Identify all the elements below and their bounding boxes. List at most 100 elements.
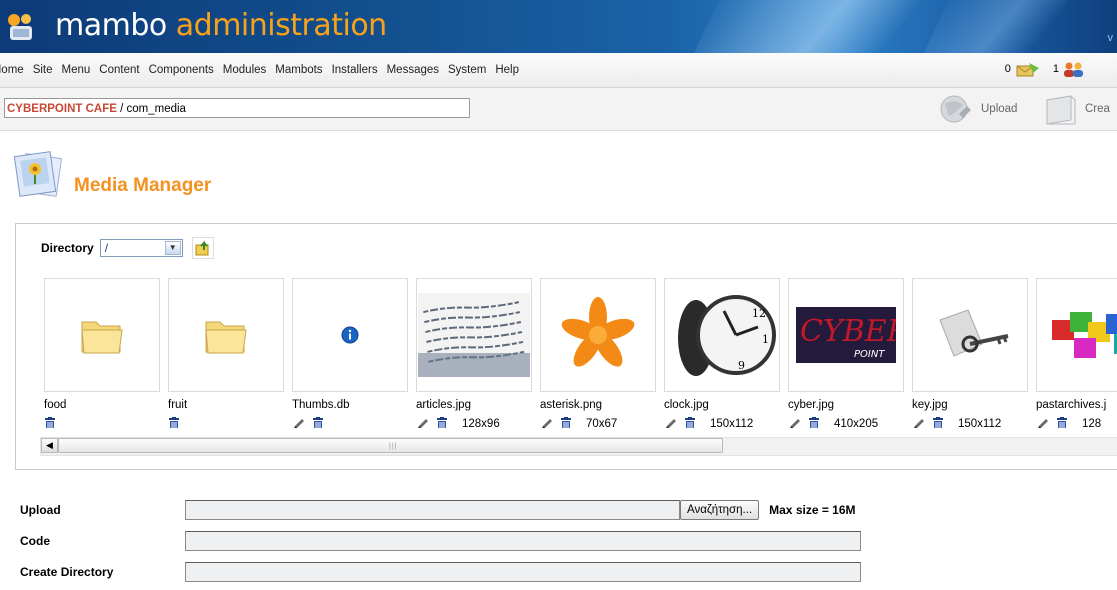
media-thumbnail[interactable]: 12 1 9 xyxy=(664,278,780,392)
create-directory-input[interactable] xyxy=(185,562,861,582)
code-label: Code xyxy=(20,534,50,548)
users-count: 1 xyxy=(1052,63,1059,75)
main-menubar: Home Site Menu Content Components Modules Mamb… xyxy=(0,53,1117,88)
media-item[interactable]: pastarchives.j 128 xyxy=(1036,278,1117,428)
menu-item-site[interactable]: Site xyxy=(33,64,53,76)
horizontal-scrollbar[interactable]: ◀ ||| xyxy=(40,437,1117,456)
breadcrumb-site[interactable]: CYBERPOINT CAFE xyxy=(7,103,117,115)
media-item-dimensions: 128x96 xyxy=(462,418,500,428)
edit-icon[interactable] xyxy=(416,417,430,428)
media-item[interactable]: Thumbs.db xyxy=(292,278,408,428)
upload-toolbar-button[interactable]: Upload xyxy=(937,90,1017,128)
create-toolbar-button[interactable]: Crea xyxy=(1043,90,1110,128)
trash-icon[interactable] xyxy=(168,417,180,428)
clock-image: 12 1 9 xyxy=(666,293,778,377)
folder-icon xyxy=(81,321,123,354)
header-stats: 0 1 xyxy=(1005,61,1085,77)
media-thumbnail[interactable] xyxy=(168,278,284,392)
code-input[interactable] xyxy=(185,531,861,551)
menu-item-help[interactable]: Help xyxy=(495,64,519,76)
media-item[interactable]: fruit xyxy=(168,278,284,428)
trash-icon[interactable] xyxy=(932,417,944,428)
edit-icon[interactable] xyxy=(664,417,678,428)
code-row: Code xyxy=(20,531,861,551)
media-item-name: asterisk.png xyxy=(540,399,603,411)
directory-up-button[interactable] xyxy=(191,237,214,259)
media-item-name: fruit xyxy=(168,399,188,411)
media-item[interactable]: key.jpg 150x112 xyxy=(912,278,1028,428)
media-item-actions xyxy=(292,417,324,428)
trash-icon[interactable] xyxy=(560,417,572,428)
folder-icon xyxy=(205,321,247,354)
directory-label: Directory xyxy=(41,241,94,255)
menu-item-installers[interactable]: Installers xyxy=(332,64,378,76)
media-thumbnail[interactable] xyxy=(540,278,656,392)
asterisk-image xyxy=(561,297,635,367)
media-item[interactable]: food xyxy=(44,278,160,428)
mambo-logo-icon xyxy=(8,14,32,40)
media-item-actions: 150x112 xyxy=(664,417,753,428)
browse-button[interactable]: Αναζήτηση... xyxy=(680,500,760,520)
menu-item-components[interactable]: Components xyxy=(149,64,214,76)
menu-item-modules[interactable]: Modules xyxy=(223,64,266,76)
file-thumbnail-strip: food fruit Thumbs.db articles.jpg 128x96 aste… xyxy=(44,278,1117,428)
breadcrumb-component: com_media xyxy=(126,103,186,115)
media-item-actions: 128 xyxy=(1036,417,1101,428)
scrollbar-thumb[interactable]: ||| xyxy=(58,438,723,453)
edit-icon[interactable] xyxy=(292,417,306,428)
create-directory-row: Create Directory xyxy=(20,562,861,582)
media-item-actions: 410x205 xyxy=(788,417,878,428)
media-item-name: pastarchives.j xyxy=(1036,399,1107,411)
breadcrumb: CYBERPOINT CAFE / com_media xyxy=(4,98,470,118)
trash-icon[interactable] xyxy=(684,417,696,428)
edit-icon[interactable] xyxy=(912,417,926,428)
pathway-toolbar-bar: CYBERPOINT CAFE / com_media Upload Crea xyxy=(0,88,1117,131)
menu-list: Home Site Menu Content Components Modules Mamb… xyxy=(0,64,528,76)
edit-icon[interactable] xyxy=(788,417,802,428)
menu-item-content[interactable]: Content xyxy=(99,64,139,76)
directory-select[interactable]: / ▼ xyxy=(99,239,183,257)
media-manager-icon xyxy=(13,151,63,197)
menu-item-menu[interactable]: Menu xyxy=(62,64,91,76)
create-directory-label: Create Directory xyxy=(20,565,114,579)
media-item[interactable]: 12 1 9 clock.jpg 150x112 xyxy=(664,278,780,428)
menu-item-system[interactable]: System xyxy=(448,64,486,76)
media-thumbnail[interactable]: CYBERPOINT xyxy=(788,278,904,392)
scroll-left-icon[interactable]: ◀ xyxy=(41,438,58,453)
media-thumbnail[interactable] xyxy=(44,278,160,392)
media-item[interactable]: asterisk.png 70x67 xyxy=(540,278,656,428)
trash-icon[interactable] xyxy=(1056,417,1068,428)
new-folder-icon xyxy=(1046,95,1076,125)
media-thumbnail[interactable] xyxy=(416,278,532,392)
max-size-text: Max size = 16M xyxy=(769,503,856,517)
menu-item-mambots[interactable]: Mambots xyxy=(275,64,322,76)
media-item[interactable]: CYBERPOINT cyber.jpg 410x205 xyxy=(788,278,904,428)
breadcrumb-separator: / xyxy=(116,103,127,115)
media-item-dimensions: 150x112 xyxy=(958,418,1002,428)
cyber-image-small-text: POINT xyxy=(854,349,885,360)
directory-row: Directory / ▼ xyxy=(41,237,214,259)
edit-icon[interactable] xyxy=(1036,417,1050,428)
directory-selected-value: / xyxy=(104,241,109,255)
page-title: Media Manager xyxy=(74,175,212,196)
media-item-dimensions: 410x205 xyxy=(834,418,879,428)
media-item[interactable]: articles.jpg 128x96 xyxy=(416,278,532,428)
media-thumbnail[interactable] xyxy=(912,278,1028,392)
chevron-down-icon[interactable]: ▼ xyxy=(164,241,181,255)
media-thumbnail[interactable] xyxy=(1036,278,1117,392)
trash-icon[interactable] xyxy=(808,417,820,428)
trash-icon[interactable] xyxy=(436,417,448,428)
edit-icon[interactable] xyxy=(540,417,554,428)
upload-file-input[interactable] xyxy=(185,500,680,520)
users-online-icon[interactable] xyxy=(1063,61,1085,77)
mail-icon[interactable] xyxy=(1015,61,1041,77)
trash-icon[interactable] xyxy=(312,417,324,428)
upload-icon xyxy=(940,95,971,123)
folder-up-icon xyxy=(195,240,209,256)
pastarchives-image xyxy=(1044,300,1117,370)
trash-icon[interactable] xyxy=(44,417,56,428)
menu-item-home[interactable]: Home xyxy=(0,64,24,76)
media-item-actions: 128x96 xyxy=(416,417,500,428)
media-thumbnail[interactable] xyxy=(292,278,408,392)
menu-item-messages[interactable]: Messages xyxy=(387,64,439,76)
